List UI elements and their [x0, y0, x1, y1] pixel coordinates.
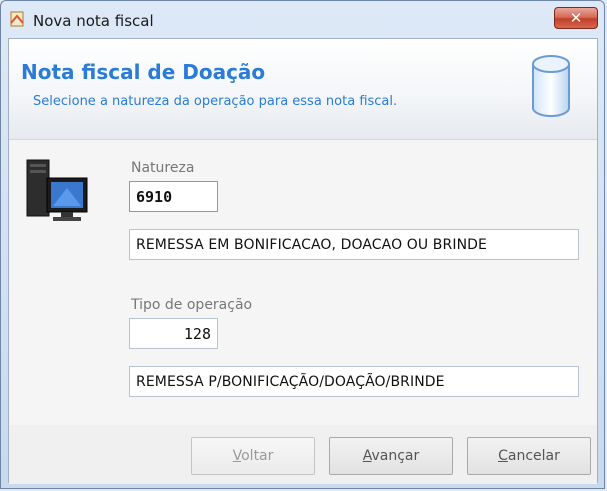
dialog-content: Nota fiscal de Doação Selecione a nature…: [8, 38, 598, 484]
natureza-description-field[interactable]: REMESSA EM BONIFICACAO, DOACAO OU BRINDE: [129, 229, 579, 260]
window-title: Nova nota fiscal: [33, 12, 154, 30]
title-bar[interactable]: Nova nota fiscal ✕: [1, 1, 604, 37]
close-button[interactable]: ✕: [554, 7, 598, 29]
tipo-operacao-label: Tipo de operação: [131, 297, 253, 313]
natureza-label: Natureza: [131, 160, 195, 176]
voltar-button[interactable]: Voltar: [191, 437, 315, 475]
button-bar: Voltar Avançar Cancelar: [9, 425, 597, 484]
tipo-operacao-code-input[interactable]: 128: [129, 318, 218, 349]
database-icon: [532, 55, 570, 117]
header-title: Nota fiscal de Doação: [21, 60, 266, 84]
wizard-header: Nota fiscal de Doação Selecione a nature…: [9, 39, 597, 140]
tipo-operacao-description-field[interactable]: REMESSA P/BONIFICAÇÃO/DOAÇÃO/BRINDE: [129, 366, 579, 397]
header-subtitle: Selecione a natureza da operação para es…: [33, 94, 398, 109]
form-area: Natureza 6910 REMESSA EM BONIFICACAO, DO…: [9, 140, 597, 426]
avancar-button[interactable]: Avançar: [329, 437, 453, 475]
natureza-code-input[interactable]: 6910: [129, 181, 218, 212]
cancelar-button[interactable]: Cancelar: [467, 437, 591, 475]
document-icon: [10, 11, 24, 27]
computer-icon: [26, 159, 88, 221]
dialog-window: Nova nota fiscal ✕ Nota fiscal de Doação…: [0, 0, 605, 489]
